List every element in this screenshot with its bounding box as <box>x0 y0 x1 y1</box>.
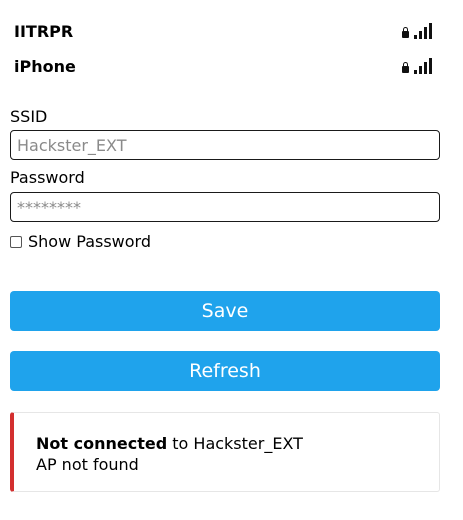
show-password-checkbox[interactable] <box>10 235 22 248</box>
password-input[interactable] <box>10 192 440 222</box>
wifi-signal-icon <box>414 23 432 39</box>
network-item-iphone[interactable]: iPhone <box>14 54 432 78</box>
ssid-input[interactable] <box>10 130 440 160</box>
save-button[interactable]: Save <box>10 291 440 331</box>
show-password-row[interactable]: Show Password <box>10 232 151 251</box>
refresh-button[interactable]: Refresh <box>10 351 440 391</box>
status-detail: AP not found <box>36 455 139 474</box>
show-password-label: Show Password <box>28 232 151 251</box>
status-state: Not connected <box>36 434 168 453</box>
ssid-label: SSID <box>10 107 48 126</box>
status-ssid: Hackster_EXT <box>193 434 303 453</box>
wifi-signal-icon <box>414 58 432 74</box>
status-connector: to <box>172 434 189 453</box>
network-name: IITRPR <box>14 21 74 41</box>
lock-icon <box>402 62 409 73</box>
network-item-iitrpr[interactable]: IITRPR <box>14 19 432 43</box>
connection-status: Not connected to Hackster_EXT AP not fou… <box>10 412 440 492</box>
password-label: Password <box>10 168 85 187</box>
network-name: iPhone <box>14 56 76 76</box>
status-line: Not connected to Hackster_EXT <box>36 433 439 454</box>
lock-icon <box>402 27 409 38</box>
